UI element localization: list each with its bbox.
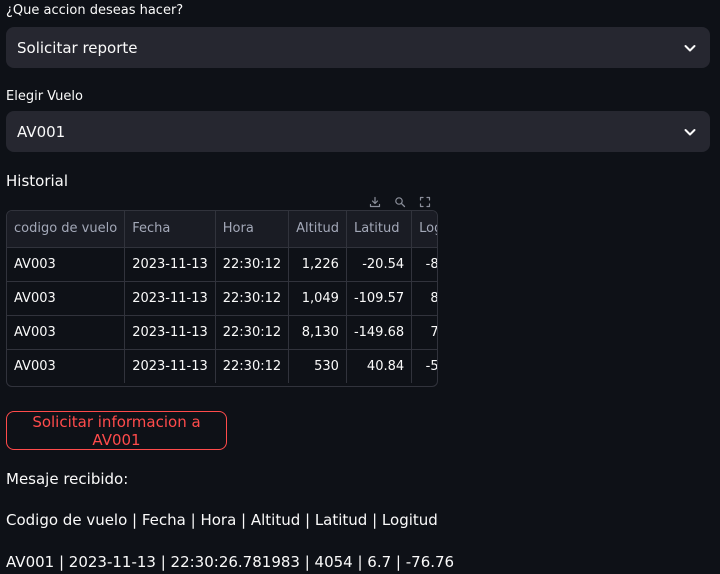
history-table[interactable]: codigo de vuelo Fecha Hora Altitud Latit…: [6, 210, 438, 387]
column-header[interactable]: Hora: [215, 211, 290, 248]
download-icon[interactable]: [368, 195, 382, 209]
table-row: AV003 2023-11-13 22:30:12 530 40.84 -59.…: [7, 349, 437, 383]
chevron-down-icon: [682, 124, 698, 140]
table-cell[interactable]: AV003: [7, 281, 126, 316]
table-cell[interactable]: 22:30:12: [215, 247, 290, 282]
search-icon[interactable]: [393, 195, 407, 209]
table-cell[interactable]: 530: [288, 349, 347, 383]
flight-select[interactable]: AV001: [6, 111, 710, 152]
table-cell[interactable]: 2023-11-13: [124, 247, 216, 282]
action-select-label: ¿Que accion deseas hacer?: [6, 3, 184, 18]
column-header[interactable]: codigo de vuelo: [7, 211, 126, 248]
chevron-down-icon: [682, 40, 698, 56]
column-header[interactable]: Latitud: [346, 211, 413, 248]
table-cell[interactable]: 8,130: [288, 315, 347, 350]
table-cell[interactable]: AV003: [7, 315, 126, 350]
table-cell[interactable]: AV003: [7, 349, 126, 383]
action-select-value: Solicitar reporte: [17, 38, 138, 57]
response-header-line: Codigo de vuelo | Fecha | Hora | Altitud…: [6, 511, 438, 529]
response-heading: Mesaje recibido:: [6, 470, 129, 488]
table-cell[interactable]: 22:30:12: [215, 349, 290, 383]
app-page: ¿Que accion deseas hacer? Solicitar repo…: [0, 0, 720, 574]
table-cell[interactable]: 80.63: [411, 281, 437, 316]
table-cell[interactable]: 22:30:12: [215, 281, 290, 316]
table-cell[interactable]: 2023-11-13: [124, 281, 216, 316]
table-cell[interactable]: -149.68: [346, 315, 413, 350]
table-cell[interactable]: -89.29: [411, 247, 437, 282]
table-cell[interactable]: AV003: [7, 247, 126, 282]
table-toolbar: [362, 195, 438, 209]
fullscreen-icon[interactable]: [418, 195, 432, 209]
table-cell[interactable]: 22:30:12: [215, 315, 290, 350]
table-cell[interactable]: 1,049: [288, 281, 347, 316]
response-data-line: AV001 | 2023-11-13 | 22:30:26.781983 | 4…: [6, 553, 455, 571]
table-cell[interactable]: 40.84: [346, 349, 413, 383]
column-header[interactable]: Altitud: [288, 211, 347, 248]
table-cell[interactable]: -20.54: [346, 247, 413, 282]
flight-select-label: Elegir Vuelo: [6, 89, 83, 104]
flight-select-value: AV001: [17, 122, 66, 141]
table-row: AV003 2023-11-13 22:30:12 8,130 -149.68 …: [7, 315, 437, 350]
table-cell[interactable]: 73.26: [411, 315, 437, 350]
history-title: Historial: [6, 172, 69, 190]
table-cell[interactable]: 2023-11-13: [124, 349, 216, 383]
table-header-row: codigo de vuelo Fecha Hora Altitud Latit…: [7, 211, 437, 248]
table-row: AV003 2023-11-13 22:30:12 1,049 -109.57 …: [7, 281, 437, 316]
table-cell[interactable]: 1,226: [288, 247, 347, 282]
action-select[interactable]: Solicitar reporte: [6, 27, 710, 68]
request-info-button[interactable]: Solicitar informacion a AV001: [6, 411, 227, 450]
table-cell[interactable]: 2023-11-13: [124, 315, 216, 350]
table-cell[interactable]: -109.57: [346, 281, 413, 316]
column-header[interactable]: Logitud: [411, 211, 437, 248]
column-header[interactable]: Fecha: [124, 211, 216, 248]
table-cell[interactable]: -59.13: [412, 349, 437, 383]
table-row: AV003 2023-11-13 22:30:12 1,226 -20.54 -…: [7, 247, 437, 282]
